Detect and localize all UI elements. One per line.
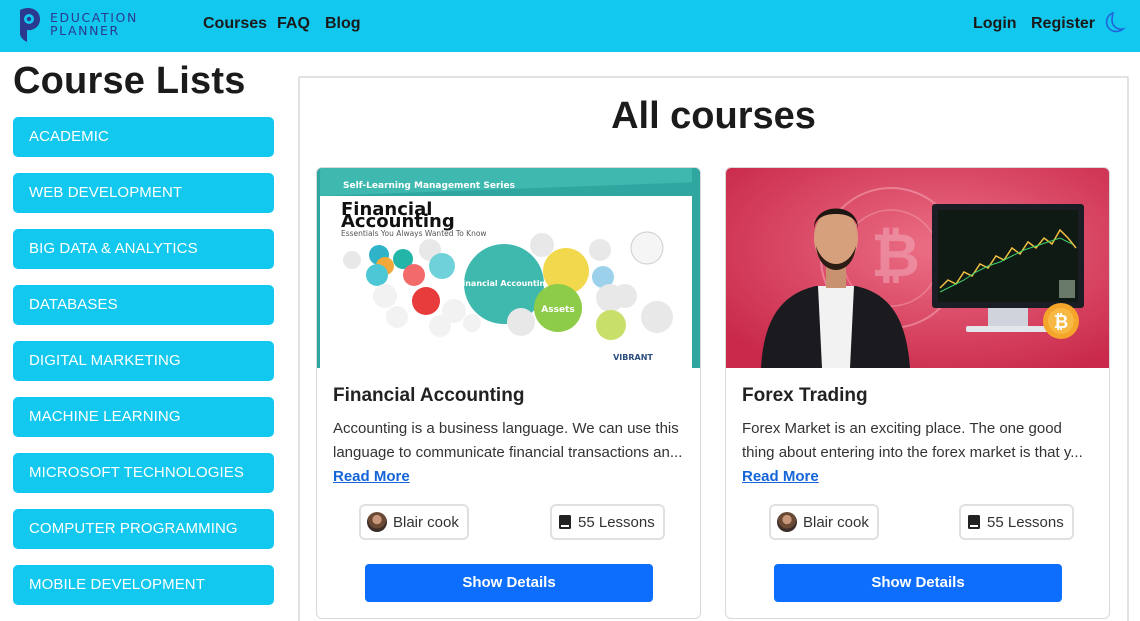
image-subtitle: Essentials You Always Wanted To Know [341,229,487,238]
course-description: Forex Market is an exciting place. The o… [742,417,1092,489]
education-planner-logo-icon[interactable] [12,4,42,44]
brand-name[interactable]: EDUCATION PLANNER [50,11,160,37]
author-name: Blair cook [393,513,459,531]
lessons-count: 55 Lessons [987,513,1064,531]
author-chip[interactable]: Blair cook [769,504,879,540]
book-icon [559,515,571,529]
course-description-text: Accounting is a business language. We ca… [333,420,683,461]
read-more-link[interactable]: Read More [333,468,410,485]
course-description-text: Forex Market is an exciting place. The o… [742,420,1083,461]
image-center-label: Financial Accounting [457,279,551,288]
course-card: Self-Learning Management Series Financia… [316,167,701,619]
login-link[interactable]: Login [973,15,1017,33]
nav-link-courses[interactable]: Courses [203,15,267,33]
financial-accounting-cover-image[interactable]: Self-Learning Management Series Financia… [317,168,700,368]
dark-mode-moon-icon[interactable] [1103,10,1127,36]
course-card: ₿ ₿ Forex Trading Forex Market is an exc… [725,167,1110,619]
course-title: Financial Accounting [333,385,525,406]
image-assets-label: Assets [541,305,574,315]
author-avatar [367,512,387,532]
category-web-development[interactable]: WEB DEVELOPMENT [13,173,274,213]
brand-line-2: PLANNER [50,23,120,38]
course-lists-title: Course Lists [13,60,246,102]
author-name: Blair cook [803,513,869,531]
svg-text:₿: ₿ [871,221,920,291]
category-databases[interactable]: DATABASES [13,285,274,325]
nav-link-faq[interactable]: FAQ [277,15,310,33]
all-courses-title: All courses [611,95,816,137]
navbar: EDUCATION PLANNER Courses FAQ Blog Login… [0,0,1140,52]
lessons-chip[interactable]: 55 Lessons [959,504,1074,540]
show-details-button[interactable]: Show Details [365,564,653,602]
author-chip[interactable]: Blair cook [359,504,469,540]
category-big-data-analytics[interactable]: BIG DATA & ANALYTICS [13,229,274,269]
register-link[interactable]: Register [1031,15,1095,33]
svg-text:₿: ₿ [1054,312,1069,333]
category-mobile-development[interactable]: MOBILE DEVELOPMENT [13,565,274,605]
lessons-count: 55 Lessons [578,513,655,531]
category-computer-programming[interactable]: COMPUTER PROGRAMMING [13,509,274,549]
lessons-chip[interactable]: 55 Lessons [550,504,665,540]
show-details-button[interactable]: Show Details [774,564,1062,602]
forex-trading-cover-image[interactable]: ₿ ₿ [726,168,1109,368]
course-description: Accounting is a business language. We ca… [333,417,683,489]
course-title: Forex Trading [742,385,868,406]
image-publisher: VIBRANT [613,353,653,362]
nav-link-blog[interactable]: Blog [325,15,361,33]
book-icon [968,515,980,529]
category-digital-marketing[interactable]: DIGITAL MARKETING [13,341,274,381]
category-microsoft-technologies[interactable]: MICROSOFT TECHNOLOGIES [13,453,274,493]
read-more-link[interactable]: Read More [742,468,819,485]
author-avatar [777,512,797,532]
category-academic[interactable]: ACADEMIC [13,117,274,157]
category-machine-learning[interactable]: MACHINE LEARNING [13,397,274,437]
category-list: ACADEMIC WEB DEVELOPMENT BIG DATA & ANAL… [13,117,274,621]
image-series-text: Self-Learning Management Series [343,181,515,191]
